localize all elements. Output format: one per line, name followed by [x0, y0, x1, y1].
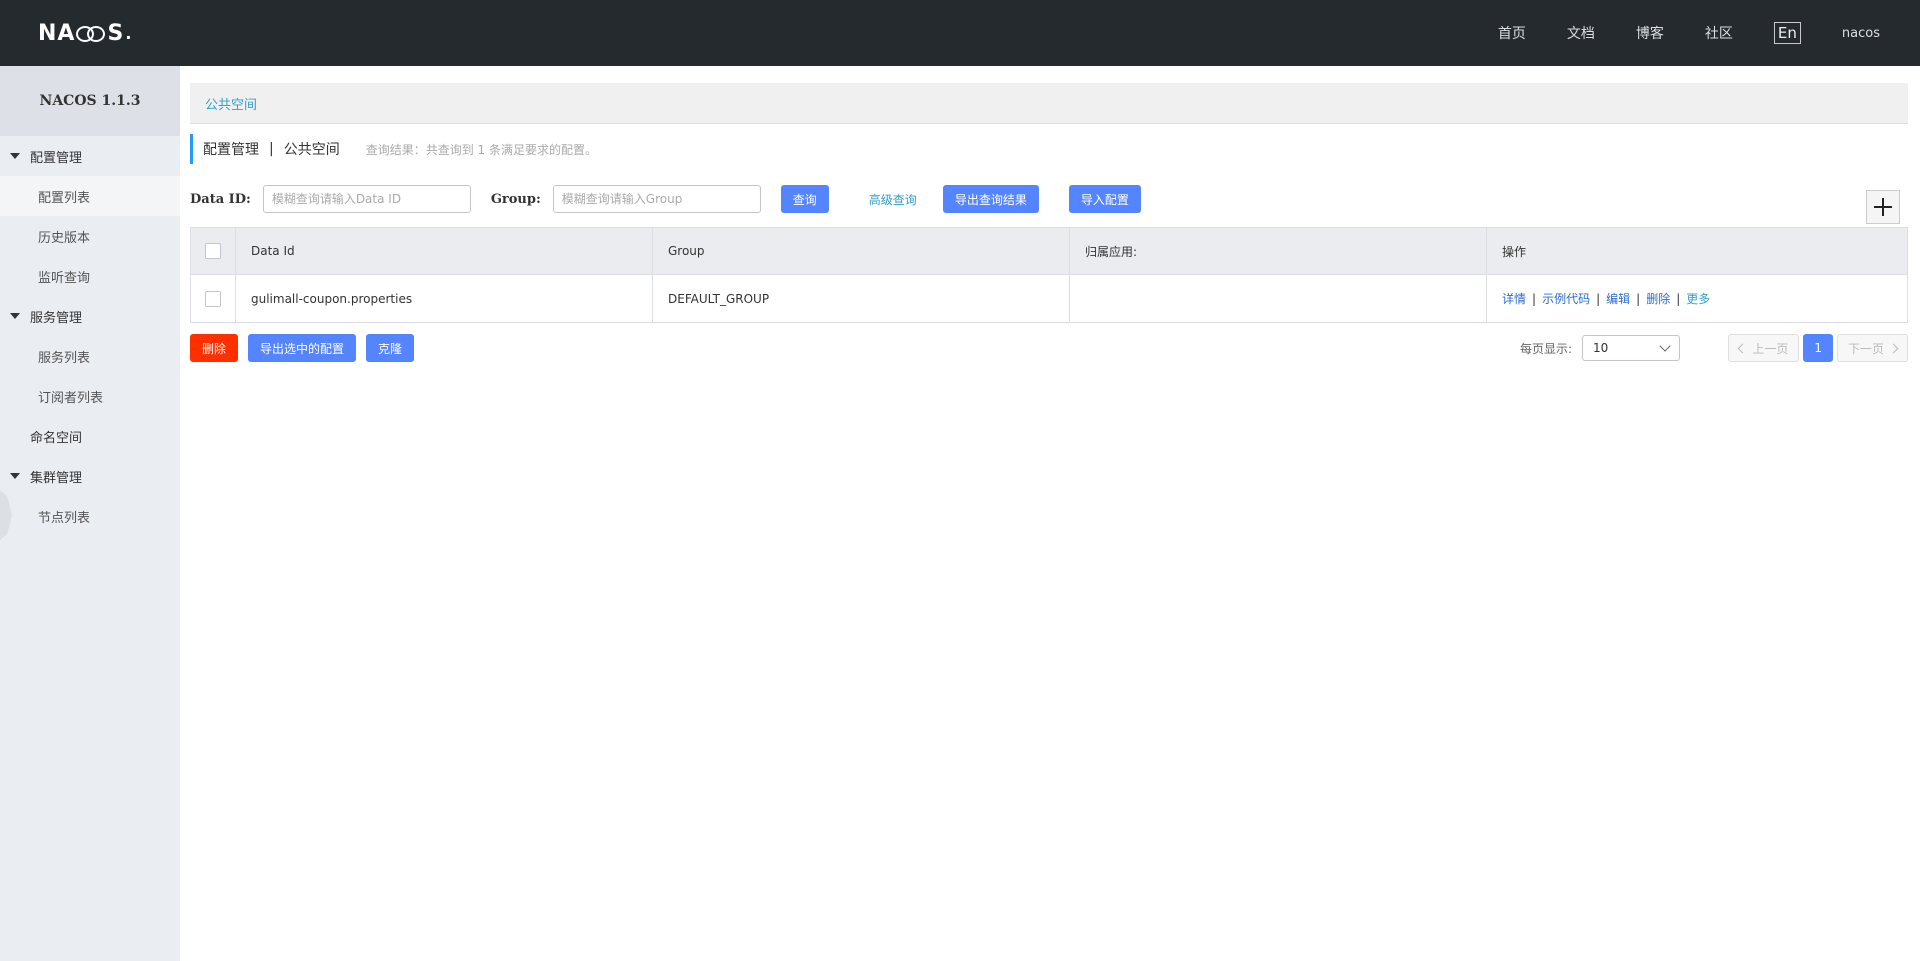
- nav-blog[interactable]: 博客: [1636, 23, 1664, 43]
- op-separator: |: [1596, 292, 1601, 306]
- menu-group-label: 服务管理: [30, 310, 83, 326]
- config-table: Data Id Group 归属应用: 操作 gulimall-coupon.p…: [190, 227, 1908, 323]
- op-edit-link[interactable]: 编辑: [1606, 292, 1630, 306]
- cell-app: [1069, 274, 1487, 323]
- namespace-bar: 公共空间: [190, 83, 1908, 124]
- col-app: 归属应用:: [1069, 227, 1487, 275]
- query-result-hint: 查询结果：共查询到 1 条满足要求的配置。: [365, 142, 597, 157]
- query-button[interactable]: 查询: [780, 185, 829, 213]
- add-config-button[interactable]: [1866, 190, 1900, 224]
- page-title-namespace: 公共空间: [283, 142, 340, 158]
- col-group: Group: [652, 227, 1070, 275]
- caret-down-icon: [10, 473, 20, 479]
- table-footer: 删除 导出选中的配置 克隆 每页显示: 10 上一页 1 下一页: [190, 334, 1908, 362]
- prev-page-label: 上一页: [1752, 341, 1789, 356]
- logo-infinity-icon: [76, 25, 106, 42]
- caret-down-icon: [10, 153, 20, 159]
- next-page-label: 下一页: [1847, 341, 1884, 356]
- page-title: 配置管理 | 公共空间 查询结果：共查询到 1 条满足要求的配置。: [190, 134, 597, 164]
- sidebar-item-subscriber-list[interactable]: 订阅者列表: [0, 376, 180, 416]
- sidebar-item-namespace[interactable]: 命名空间: [0, 416, 180, 456]
- chevron-left-icon: [1737, 343, 1748, 353]
- nacos-logo[interactable]: NA S .: [38, 18, 132, 48]
- menu-group-service[interactable]: 服务管理: [0, 296, 180, 336]
- sidebar-item-node-list[interactable]: 节点列表: [0, 496, 180, 536]
- page-size-select[interactable]: 10: [1582, 335, 1681, 361]
- batch-delete-button[interactable]: 删除: [190, 334, 239, 362]
- user-name[interactable]: nacos: [1842, 26, 1880, 41]
- page-number-current[interactable]: 1: [1803, 334, 1833, 362]
- group-label: Group:: [490, 191, 541, 207]
- menu-group-config[interactable]: 配置管理: [0, 136, 180, 176]
- cell-group: DEFAULT_GROUP: [652, 274, 1070, 323]
- data-id-input[interactable]: [262, 185, 471, 213]
- plus-icon: [1874, 198, 1892, 216]
- next-page-button[interactable]: 下一页: [1836, 334, 1908, 362]
- language-switch[interactable]: En: [1773, 22, 1801, 44]
- row-checkbox[interactable]: [205, 290, 221, 307]
- group-input[interactable]: [552, 185, 761, 213]
- export-results-button[interactable]: 导出查询结果: [942, 185, 1039, 213]
- page-size-label: 每页显示:: [1520, 341, 1573, 356]
- nav-community[interactable]: 社区: [1705, 23, 1733, 43]
- nav-home[interactable]: 首页: [1498, 23, 1526, 43]
- op-separator: |: [1532, 292, 1537, 306]
- select-all-cell: [190, 227, 236, 275]
- data-id-label: Data ID:: [190, 191, 251, 207]
- caret-down-icon: [10, 313, 20, 319]
- sidebar-brand: NACOS 1.1.3: [0, 66, 180, 136]
- namespace-public-link[interactable]: 公共空间: [205, 94, 257, 113]
- cell-operations: 详情 | 示例代码 | 编辑 | 删除 | 更多: [1486, 274, 1908, 323]
- col-operations: 操作: [1486, 227, 1908, 275]
- import-config-button[interactable]: 导入配置: [1068, 185, 1141, 213]
- sidebar-item-listener-query[interactable]: 监听查询: [0, 256, 180, 296]
- sidebar: NACOS 1.1.3 配置管理 配置列表 历史版本 监听查询 服务管理 服务列…: [0, 66, 180, 961]
- sidebar-item-history[interactable]: 历史版本: [0, 216, 180, 256]
- sidebar-item-config-list[interactable]: 配置列表: [0, 176, 180, 216]
- op-delete-link[interactable]: 删除: [1646, 292, 1670, 306]
- row-select-cell: [190, 274, 236, 323]
- table-row: gulimall-coupon.properties DEFAULT_GROUP…: [190, 274, 1908, 323]
- clone-button[interactable]: 克隆: [366, 334, 415, 362]
- cell-data-id: gulimall-coupon.properties: [235, 274, 653, 323]
- export-selected-button[interactable]: 导出选中的配置: [248, 334, 357, 362]
- top-nav: 首页 文档 博客 社区 En nacos: [1498, 0, 1920, 66]
- batch-actions: 删除 导出选中的配置 克隆: [190, 334, 415, 362]
- menu-group-label: 配置管理: [30, 150, 83, 166]
- filter-bar: Data ID: Group: 查询 高级查询 导出查询结果 导入配置: [190, 185, 1141, 213]
- page-title-main: 配置管理: [203, 142, 259, 158]
- sidebar-item-service-list[interactable]: 服务列表: [0, 336, 180, 376]
- table-header-row: Data Id Group 归属应用: 操作: [190, 227, 1908, 275]
- logo-text-right: S: [107, 20, 125, 46]
- menu-group-label: 集群管理: [30, 470, 83, 486]
- top-navbar: NA S . 首页 文档 博客 社区 En nacos: [0, 0, 1920, 66]
- logo-dot-icon: .: [125, 23, 133, 43]
- op-separator: |: [1636, 292, 1641, 306]
- pagination: 上一页 1 下一页: [1728, 334, 1908, 362]
- chevron-down-icon: [1659, 340, 1671, 352]
- op-more-link[interactable]: 更多: [1686, 292, 1710, 306]
- prev-page-button[interactable]: 上一页: [1728, 334, 1800, 362]
- op-sample-code-link[interactable]: 示例代码: [1542, 292, 1590, 306]
- page-size: 每页显示: 10: [1520, 334, 1681, 362]
- op-detail-link[interactable]: 详情: [1502, 292, 1526, 306]
- advanced-query-link[interactable]: 高级查询: [863, 190, 923, 209]
- logo-text-left: NA: [38, 20, 76, 46]
- select-all-checkbox[interactable]: [205, 243, 221, 259]
- title-separator: |: [269, 141, 274, 157]
- col-data-id: Data Id: [235, 227, 653, 275]
- chevron-right-icon: [1888, 343, 1899, 353]
- page-size-value: 10: [1593, 341, 1609, 355]
- nav-docs[interactable]: 文档: [1567, 23, 1595, 43]
- op-separator: |: [1676, 292, 1681, 306]
- menu-group-cluster[interactable]: 集群管理: [0, 456, 180, 496]
